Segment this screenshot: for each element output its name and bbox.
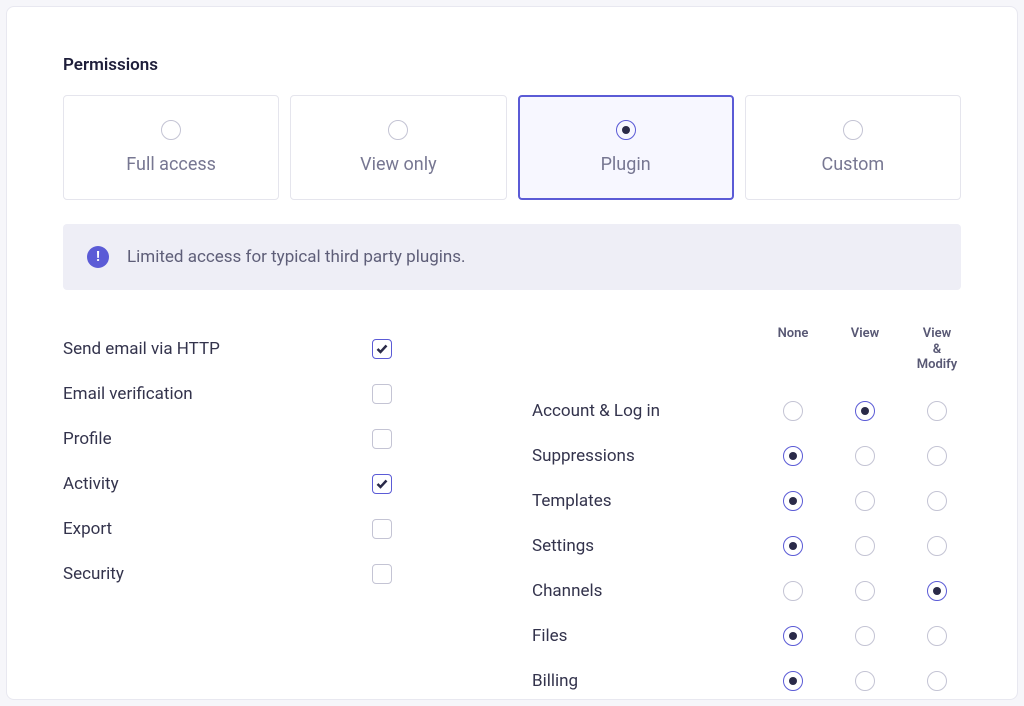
permission-radio-view[interactable] bbox=[855, 626, 875, 646]
permission-row: Templates bbox=[532, 479, 961, 524]
section-title: Permissions bbox=[63, 55, 961, 75]
permission-radio-none[interactable] bbox=[783, 446, 803, 466]
permission-row: Send email via HTTP bbox=[63, 326, 492, 371]
permission-label: Email verification bbox=[63, 384, 372, 404]
permission-label: Export bbox=[63, 519, 372, 539]
permission-checkbox[interactable] bbox=[372, 474, 392, 494]
banner-text: Limited access for typical third party p… bbox=[127, 247, 466, 267]
info-banner: ! Limited access for typical third party… bbox=[63, 224, 961, 290]
permission-row: Security bbox=[63, 551, 492, 596]
mode-card-view-only[interactable]: View only bbox=[290, 95, 506, 200]
permission-row: Export bbox=[63, 506, 492, 551]
permission-radio-modify[interactable] bbox=[927, 626, 947, 646]
permission-checkbox[interactable] bbox=[372, 339, 392, 359]
permission-label: Suppressions bbox=[532, 446, 769, 466]
permission-row: Files bbox=[532, 614, 961, 659]
permission-radio-view[interactable] bbox=[855, 446, 875, 466]
column-header-row: None View View&Modify bbox=[532, 326, 961, 389]
permission-radio-modify[interactable] bbox=[927, 446, 947, 466]
permission-radio-none[interactable] bbox=[783, 536, 803, 556]
permission-radio-view[interactable] bbox=[855, 581, 875, 601]
permission-label: Billing bbox=[532, 671, 769, 691]
right-permission-column: None View View&Modify Account & Log in Sup… bbox=[532, 326, 961, 704]
mode-label: Custom bbox=[822, 154, 885, 175]
permission-radio-view[interactable] bbox=[855, 536, 875, 556]
mode-card-custom[interactable]: Custom bbox=[745, 95, 961, 200]
permission-row: Suppressions bbox=[532, 434, 961, 479]
permission-columns: Send email via HTTP Email verification P… bbox=[63, 326, 961, 704]
mode-card-plugin[interactable]: Plugin bbox=[518, 95, 734, 200]
permission-radio-modify[interactable] bbox=[927, 581, 947, 601]
permission-label: Activity bbox=[63, 474, 372, 494]
permission-label: Settings bbox=[532, 536, 769, 556]
mode-label: Full access bbox=[126, 154, 216, 175]
column-header: View&Modify bbox=[913, 326, 961, 373]
permission-row: Channels bbox=[532, 569, 961, 614]
permission-radio-modify[interactable] bbox=[927, 671, 947, 691]
permission-radio-none[interactable] bbox=[783, 581, 803, 601]
permission-checkbox[interactable] bbox=[372, 384, 392, 404]
permission-label: Files bbox=[532, 626, 769, 646]
permission-radio-modify[interactable] bbox=[927, 536, 947, 556]
mode-cards: Full access View only Plugin Custom bbox=[63, 95, 961, 200]
radio-icon bbox=[161, 120, 181, 140]
permission-radio-none[interactable] bbox=[783, 401, 803, 421]
mode-label: Plugin bbox=[601, 154, 651, 175]
mode-card-full-access[interactable]: Full access bbox=[63, 95, 279, 200]
left-permission-column: Send email via HTTP Email verification P… bbox=[63, 326, 492, 704]
permission-checkbox[interactable] bbox=[372, 429, 392, 449]
column-header: None bbox=[769, 326, 817, 373]
permission-checkbox[interactable] bbox=[372, 564, 392, 584]
permission-row: Activity bbox=[63, 461, 492, 506]
permission-label: Channels bbox=[532, 581, 769, 601]
permission-radio-none[interactable] bbox=[783, 626, 803, 646]
permission-label: Security bbox=[63, 564, 372, 584]
permission-radio-none[interactable] bbox=[783, 491, 803, 511]
mode-label: View only bbox=[360, 154, 436, 175]
column-header: View bbox=[841, 326, 889, 373]
permission-row: Email verification bbox=[63, 371, 492, 416]
permission-label: Send email via HTTP bbox=[63, 339, 372, 359]
permission-label: Account & Log in bbox=[532, 401, 769, 421]
radio-icon bbox=[388, 120, 408, 140]
radio-icon bbox=[843, 120, 863, 140]
info-icon: ! bbox=[87, 246, 109, 268]
permission-radio-view[interactable] bbox=[855, 671, 875, 691]
permission-radio-none[interactable] bbox=[783, 671, 803, 691]
permission-row: Billing bbox=[532, 659, 961, 704]
permission-row: Settings bbox=[532, 524, 961, 569]
permission-row: Account & Log in bbox=[532, 389, 961, 434]
permission-radio-modify[interactable] bbox=[927, 401, 947, 421]
permissions-panel: Permissions Full access View only Plugin… bbox=[6, 6, 1018, 700]
permission-radio-view[interactable] bbox=[855, 401, 875, 421]
permission-label: Templates bbox=[532, 491, 769, 511]
permission-label: Profile bbox=[63, 429, 372, 449]
permission-row: Profile bbox=[63, 416, 492, 461]
permission-radio-view[interactable] bbox=[855, 491, 875, 511]
permission-checkbox[interactable] bbox=[372, 519, 392, 539]
radio-icon bbox=[616, 120, 636, 140]
permission-radio-modify[interactable] bbox=[927, 491, 947, 511]
